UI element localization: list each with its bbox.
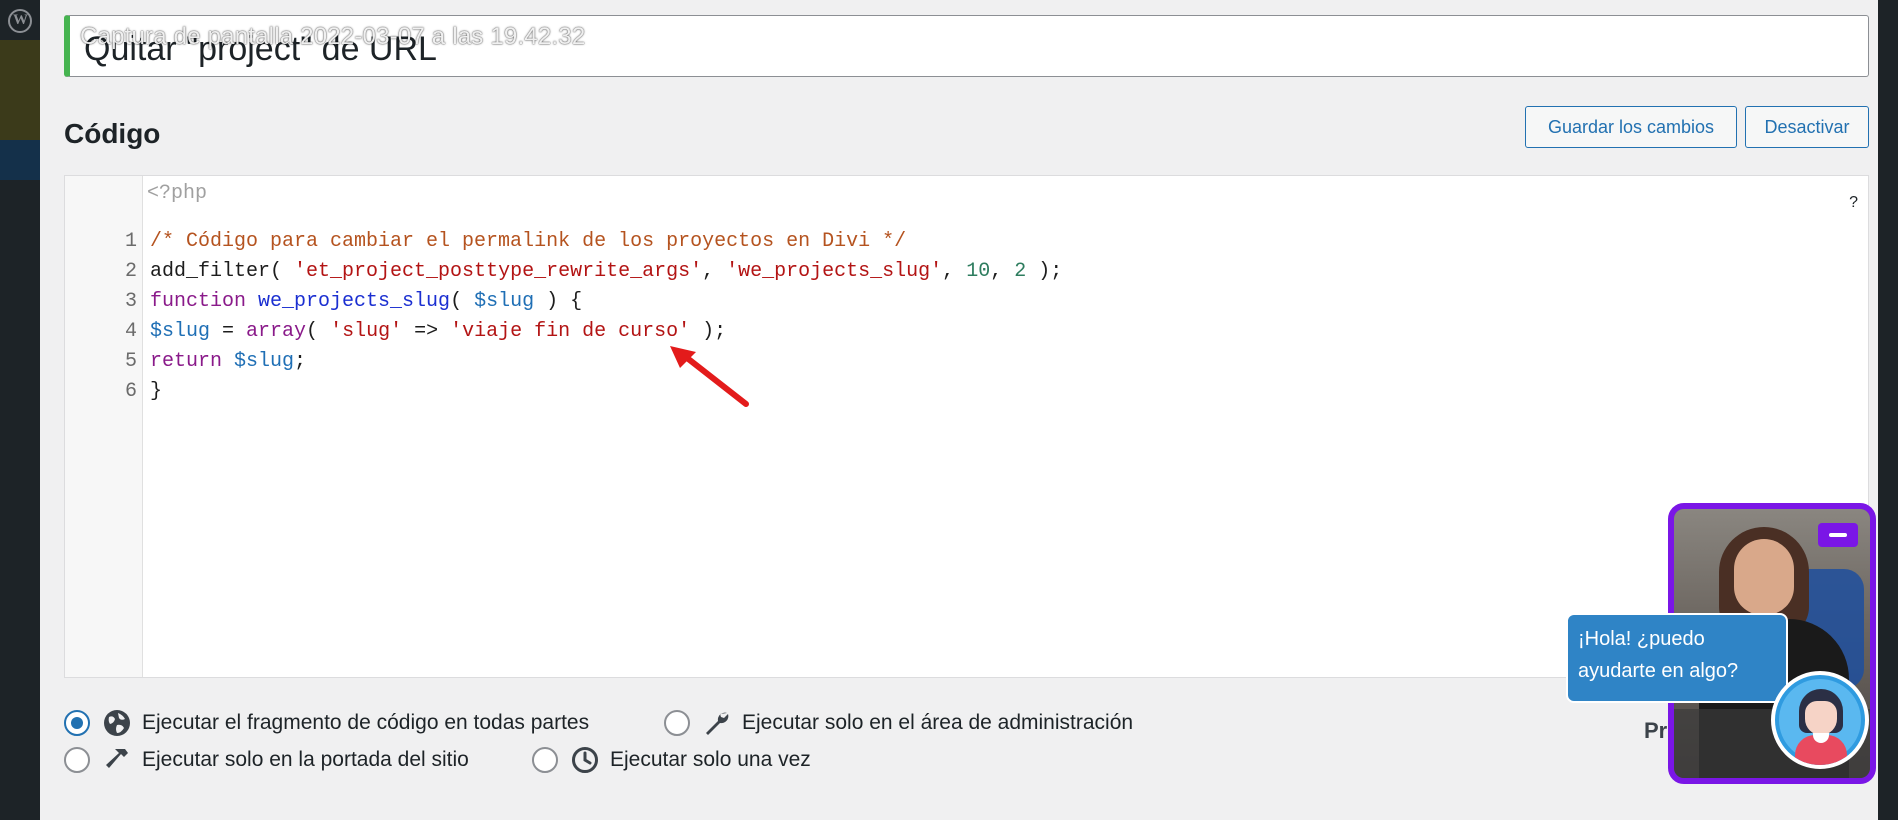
code-line-text: return $slug; [150,347,306,377]
run-admin-option[interactable]: Ejecutar solo en el área de administraci… [664,708,1133,738]
page-right-edge [1878,0,1898,820]
code-line[interactable]: 5 return $slug; [65,347,1868,377]
run-once-option[interactable]: Ejecutar solo una vez [532,745,811,775]
code-line[interactable]: 6} [65,377,1868,407]
php-open-tag: <?php [147,182,208,205]
chat-greeting-line-2: ayudarte en algo? [1578,660,1739,682]
code-line[interactable]: 3 function we_projects_slug( $slug ) { [65,287,1868,317]
code-token: 'et_project_posttype_rewrite_args' [294,260,703,283]
code-line-text: } [150,377,162,407]
code-token: $slug [150,320,211,343]
annotation-arrow-icon [670,346,749,407]
code-token: ) { [534,290,583,313]
help-icon[interactable]: ? [1849,194,1858,212]
code-line-text: /* Código para cambiar el permalink de l… [150,227,906,257]
line-number: 1 [124,230,137,253]
code-token: $slug [474,290,535,313]
code-token: /* Código para cambiar el permalink de l… [150,230,907,253]
code-token: 'viaje fin de curso' [450,320,691,343]
code-token: , [942,260,967,283]
avatar-background [1779,679,1861,765]
code-token: 'slug' [330,320,403,343]
code-line-text: function we_projects_slug( $slug ) { [150,287,582,317]
run-frontend-option[interactable]: Ejecutar solo en la portada del sitio [64,745,469,775]
run-admin-radio[interactable] [664,710,690,736]
code-line[interactable]: 4 $slug = array( 'slug' => 'viaje fin de … [65,317,1868,347]
code-line[interactable]: 1 /* Código para cambiar el permalink de … [65,227,1868,257]
code-token: = [210,320,247,343]
code-token: function [150,290,247,313]
video-person-face [1734,539,1794,615]
save-changes-button[interactable]: Guardar los cambios [1525,106,1737,148]
code-token: add_filter( [150,260,295,283]
clock-icon [570,745,600,775]
hammer-icon [102,745,132,775]
code-line[interactable]: 2 add_filter( 'et_project_posttype_rewrit… [65,257,1868,287]
code-token: ; [294,350,307,373]
code-token: $slug [234,350,295,373]
run-admin-label: Ejecutar solo en el área de administraci… [742,711,1134,734]
code-token: ( [306,320,331,343]
code-token: return [150,350,223,373]
code-token: 10 [966,260,991,283]
line-number: 6 [124,380,137,403]
priority-label: Pr [1644,718,1668,743]
code-token: ( [450,290,475,313]
background-menu-strip [0,140,40,180]
code-token: , [702,260,727,283]
code-lines[interactable]: 1 /* Código para cambiar el permalink de … [65,227,1868,407]
code-token: 2 [1014,260,1027,283]
code-token: ); [690,320,727,343]
code-token: 'we_projects_slug' [726,260,943,283]
line-number: 2 [124,260,137,283]
run-everywhere-label: Ejecutar el fragmento de código en todas… [142,711,590,734]
code-token: ); [1026,260,1063,283]
chat-greeting-bubble[interactable]: ¡Hola! ¿puedo ayudarte en algo? [1566,613,1788,703]
minimize-video-button[interactable] [1818,523,1858,547]
line-number: 3 [124,290,137,313]
code-token: => [402,320,451,343]
line-number: 4 [124,320,137,343]
code-token: we_projects_slug [258,290,451,313]
run-once-label: Ejecutar solo una vez [610,748,811,771]
snippet-title-input[interactable]: Quitar "project" de URL Captura de panta… [64,15,1869,77]
run-everywhere-radio[interactable] [64,710,90,736]
code-token: array [246,320,307,343]
globe-icon [102,708,132,738]
run-frontend-label: Ejecutar solo en la portada del sitio [142,748,469,771]
deactivate-button[interactable]: Desactivar [1745,106,1869,148]
avatar-face [1805,701,1837,735]
code-token: , [990,260,1015,283]
line-number: 5 [124,350,137,373]
wrench-icon [702,708,732,738]
code-line-text: $slug = array( 'slug' => 'viaje fin de c… [150,317,726,347]
code-token: } [150,380,163,403]
chat-launcher-avatar-icon[interactable] [1771,671,1869,769]
wordpress-logo-icon[interactable] [8,9,32,33]
chat-greeting-line-1: ¡Hola! ¿puedo [1578,628,1705,650]
code-line-text: add_filter( 'et_project_posttype_rewrite… [150,257,1062,287]
run-frontend-radio[interactable] [64,747,90,773]
code-editor[interactable]: <?php ? 1 /* Código para cambiar el perma… [64,175,1869,678]
screenshot-filename-overlay: Captura de pantalla 2022-03-07 a las 19.… [80,23,586,50]
background-notice-strip [0,40,40,140]
run-once-radio[interactable] [532,747,558,773]
code-section-heading: Código [64,118,161,149]
run-everywhere-option[interactable]: Ejecutar el fragmento de código en todas… [64,708,589,738]
